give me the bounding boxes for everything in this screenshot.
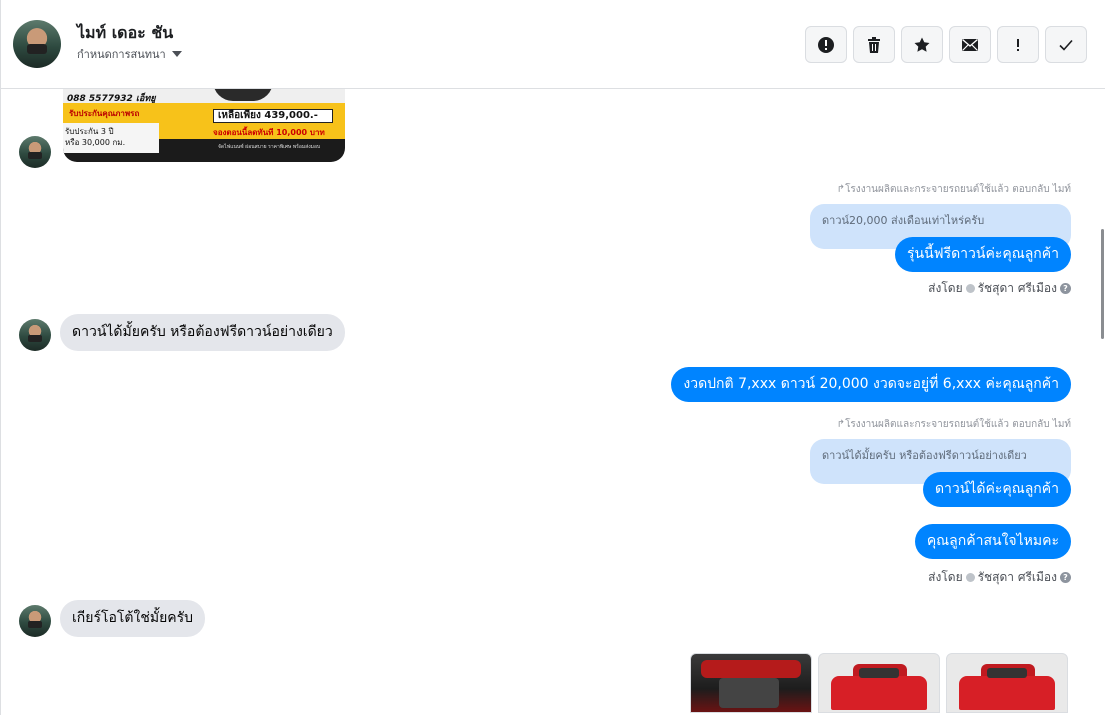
mark-done-button[interactable] xyxy=(1045,26,1087,63)
car-ad-image[interactable]: 088 5577932 เอ็ทยู รับประกันคุณภาพรถ เหล… xyxy=(63,89,345,162)
contact-avatar-small[interactable] xyxy=(19,605,51,637)
contact-avatar-small[interactable] xyxy=(19,136,51,168)
ad-guarantee-line-1: รับประกัน 3 ปี xyxy=(65,127,114,136)
verified-icon xyxy=(965,284,975,293)
car-photo-rear[interactable] xyxy=(946,653,1068,713)
car-photo-engine[interactable] xyxy=(690,653,812,713)
conversation-settings-dropdown[interactable]: กำหนดการสนทนา xyxy=(77,45,182,63)
envelope-icon xyxy=(962,38,978,51)
sent-by-name[interactable]: รัชสุดา ศรีเมือง xyxy=(978,568,1057,587)
delete-button[interactable] xyxy=(853,26,895,63)
scrollbar-thumb[interactable] xyxy=(1101,229,1104,339)
reply-context-note: ↱โรงงานผลิตและกระจายรถยนต์ใช้แล้ว ตอบกลั… xyxy=(837,182,1071,197)
outgoing-message[interactable]: คุณลูกค้าสนใจไหมคะ xyxy=(914,524,1071,559)
ad-guarantee-text: รับประกัน 3 ปี หรือ 30,000 กม. xyxy=(65,126,125,148)
alert-circle-icon xyxy=(818,36,834,53)
ad-reserve-text: จองตอนนี้ลดทันที 10,000 บาท xyxy=(213,128,325,137)
contact-avatar-small[interactable] xyxy=(19,319,51,351)
conversation-toolbar xyxy=(805,26,1087,63)
mark-unread-button[interactable] xyxy=(949,26,991,63)
incoming-message[interactable]: ดาวน์ได้มั้ยครับ หรือต้องฟรีดาวน์อย่างเด… xyxy=(60,314,345,351)
star-icon xyxy=(914,37,930,52)
ad-footer-text: จัดไฟแนนซ์ ผ่อนสบาย ราคาพิเศษ พร้อมส่งมอ… xyxy=(218,144,321,150)
ad-warranty-text: รับประกันคุณภาพรถ xyxy=(69,109,140,118)
outgoing-message[interactable]: รุ่นนี้ฟรีดาวน์ค่ะคุณลูกค้า xyxy=(895,237,1071,272)
incoming-message[interactable]: เกียร์โอโต้ใช่มั้ยครับ xyxy=(60,600,206,637)
conversation-settings-label: กำหนดการสนทนา xyxy=(77,48,166,61)
star-button[interactable] xyxy=(901,26,943,63)
reply-context-note: ↱โรงงานผลิตและกระจายรถยนต์ใช้แล้ว ตอบกลั… xyxy=(837,417,1071,432)
caret-down-icon xyxy=(171,51,182,57)
contact-name[interactable]: ไมท์ เดอะ ชัน xyxy=(77,21,173,46)
ad-guarantee-line-2: หรือ 30,000 กม. xyxy=(65,138,126,147)
messenger-inbox: ไมท์ เดอะ ชัน กำหนดการสนทนา 088 5577932 … xyxy=(0,0,1105,715)
outgoing-message[interactable]: งวดปกติ 7,xxx ดาวน์ 20,000 งวดจะอยู่ที่ … xyxy=(671,367,1071,402)
checkmark-icon xyxy=(1059,39,1073,51)
reply-arrow-icon: ↱ xyxy=(836,419,846,430)
report-spam-button[interactable] xyxy=(805,26,847,63)
help-icon[interactable]: ? xyxy=(1060,283,1071,294)
message-thread[interactable]: 088 5577932 เอ็ทยู รับประกันคุณภาพรถ เหล… xyxy=(1,89,1101,715)
sent-by-note: ส่งโดย รัชสุดา ศรีเมือง ? xyxy=(928,279,1071,298)
sent-by-label: ส่งโดย xyxy=(928,570,963,584)
car-photo-front[interactable] xyxy=(818,653,940,713)
scrollbar[interactable] xyxy=(1100,89,1105,715)
sent-by-name[interactable]: รัชสุดา ศรีเมือง xyxy=(978,279,1057,298)
contact-avatar[interactable] xyxy=(13,20,61,68)
trash-icon xyxy=(868,36,880,53)
help-icon[interactable]: ? xyxy=(1060,572,1071,583)
ad-price: เหลือเพียง 439,000.- xyxy=(213,109,333,123)
verified-icon xyxy=(965,573,975,582)
conversation-header: ไมท์ เดอะ ชัน กำหนดการสนทนา xyxy=(1,0,1105,89)
reply-arrow-icon: ↱ xyxy=(836,184,846,195)
outgoing-message[interactable]: ดาวน์ได้ค่ะคุณลูกค้า xyxy=(922,472,1071,507)
mark-important-button[interactable] xyxy=(997,26,1039,63)
sent-by-label: ส่งโดย xyxy=(928,281,963,295)
reply-note-text: โรงงานผลิตและกระจายรถยนต์ใช้แล้ว ตอบกลับ… xyxy=(845,184,1071,195)
sent-by-note: ส่งโดย รัชสุดา ศรีเมือง ? xyxy=(928,568,1071,587)
reply-note-text: โรงงานผลิตและกระจายรถยนต์ใช้แล้ว ตอบกลับ… xyxy=(845,419,1071,430)
exclamation-icon xyxy=(1017,38,1019,51)
